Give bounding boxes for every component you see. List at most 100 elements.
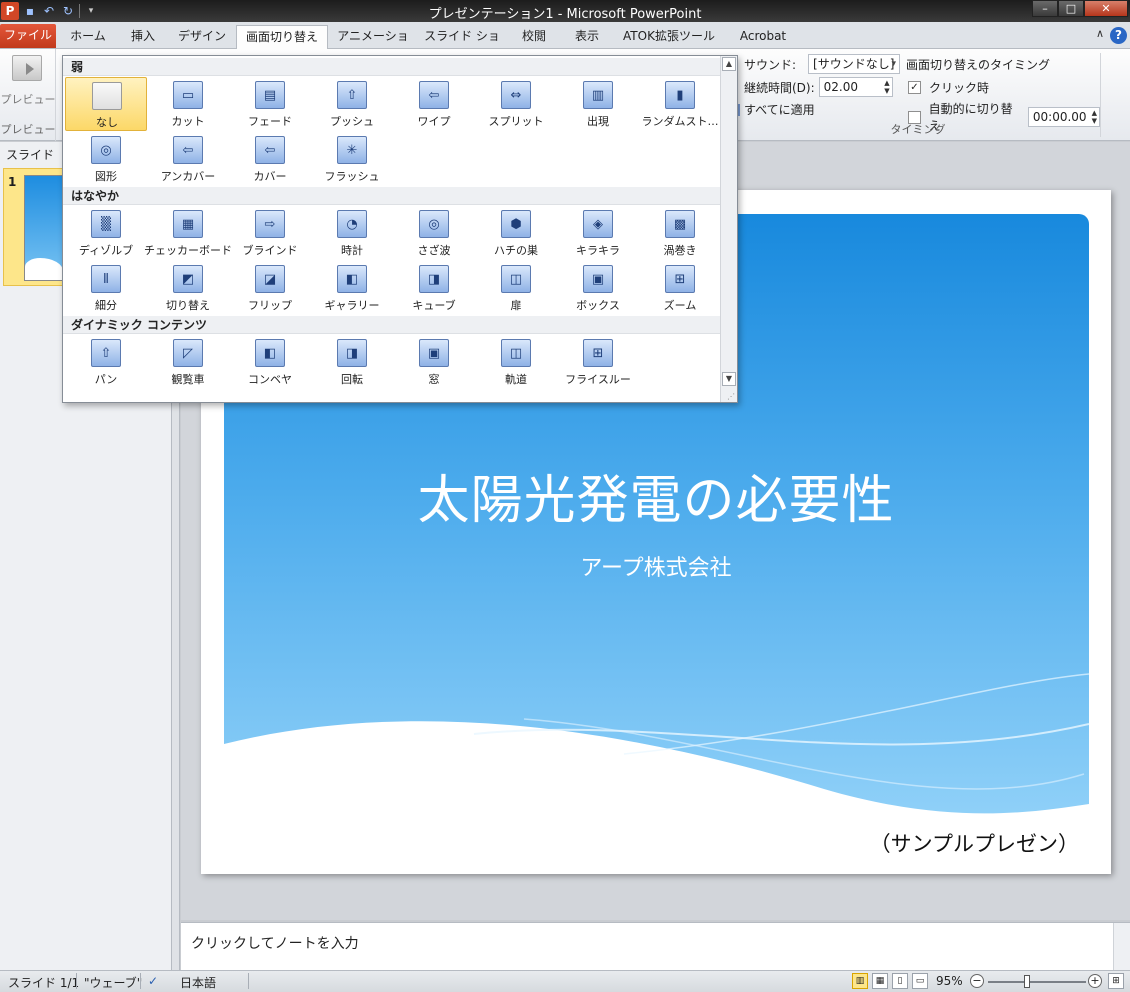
scroll-down-icon[interactable]: ▼ [722, 372, 736, 386]
flip-icon: ◪ [255, 265, 285, 293]
slide-thumbnail[interactable] [24, 175, 64, 281]
slides-tab[interactable]: スライド [6, 146, 54, 163]
transition-option[interactable]: ◔ 時計 [311, 206, 393, 260]
tab-animations[interactable]: アニメーション [332, 25, 414, 65]
transition-option[interactable]: ▥ 出現 [557, 77, 639, 131]
transition-option[interactable]: ⇔ スプリット [475, 77, 557, 131]
transition-option[interactable]: ◸ 観覧車 [147, 335, 229, 389]
fit-to-window-icon[interactable]: ⊞ [1108, 973, 1124, 989]
notes-scrollbar[interactable] [1113, 923, 1130, 971]
tab-slide-show[interactable]: スライド ショー [420, 25, 504, 65]
tab-acrobat[interactable]: Acrobat [728, 25, 798, 49]
zoom-out-icon[interactable]: − [970, 974, 984, 988]
transition-option[interactable]: ▭ カット [147, 77, 229, 131]
transition-option[interactable]: ◎ さざ波 [393, 206, 475, 260]
tab-file[interactable]: ファイル [0, 24, 56, 48]
timing-heading: 画面切り替えのタイミング [906, 58, 1051, 72]
ripple-icon: ◎ [419, 210, 449, 238]
scroll-up-icon[interactable]: ▲ [722, 57, 736, 71]
transition-option[interactable]: ⬢ ハチの巣 [475, 206, 557, 260]
transition-option[interactable]: ✳ フラッシュ [311, 132, 393, 186]
apply-to-all-button[interactable]: すべてに適用 [736, 101, 815, 118]
notes-pane[interactable]: クリックしてノートを入力 [181, 922, 1130, 971]
zoom-level[interactable]: 95% [936, 974, 963, 988]
transition-option[interactable]: ⊞ フライスルー [557, 335, 639, 389]
tab-view[interactable]: 表示 [564, 25, 610, 49]
preview-group: プレビュー プレビュー [0, 49, 56, 141]
transition-option-label: 軌道 [505, 373, 527, 386]
preview-icon[interactable] [12, 55, 42, 81]
transition-option[interactable]: ▮ ランダムスト… [639, 77, 721, 131]
tab-transitions[interactable]: 画面切り替え [236, 25, 328, 50]
slide-subtitle[interactable]: アープ株式会社 [201, 550, 1111, 582]
preview-button[interactable]: プレビュー [0, 91, 56, 107]
transition-option[interactable]: ⊞ ズーム [639, 261, 721, 315]
transition-option[interactable]: ⇧ パン [65, 335, 147, 389]
transition-option[interactable]: ◨ 回転 [311, 335, 393, 389]
gallery-scrollbar[interactable]: ▲ ▼ [720, 56, 737, 402]
transition-option[interactable]: ▤ フェード [229, 77, 311, 131]
gallery-section-header: はなやか [63, 187, 721, 205]
transition-option-label: ギャラリー [324, 299, 380, 312]
transition-option[interactable]: なし [65, 77, 147, 131]
transition-option[interactable]: ▒ ディゾルブ [65, 206, 147, 260]
on-click-checkbox[interactable]: ✓ [908, 81, 921, 94]
language-indicator[interactable]: 日本語 [180, 974, 216, 991]
transition-option-label: なし [96, 116, 118, 129]
status-separator [248, 973, 249, 989]
slide-footer-text[interactable]: （サンプルプレゼン） [870, 828, 1079, 858]
tab-insert[interactable]: 挿入 [118, 25, 168, 49]
transition-option-label: カバー [253, 170, 287, 183]
spell-check-icon[interactable]: ✓ [148, 974, 158, 988]
normal-view-icon[interactable]: ▥ [852, 973, 868, 989]
minimize-window-button[interactable]: – [1032, 0, 1058, 17]
reading-view-icon[interactable]: ▯ [892, 973, 908, 989]
maximize-window-button[interactable]: □ [1058, 0, 1084, 17]
tab-atok[interactable]: ATOK拡張ツール [616, 25, 722, 49]
duration-spinner[interactable]: 02.00 ▲ ▼ [818, 77, 893, 97]
notes-placeholder[interactable]: クリックしてノートを入力 [191, 933, 359, 953]
close-window-button[interactable]: ✕ [1084, 0, 1128, 17]
transition-option[interactable]: ◧ コンベヤ [229, 335, 311, 389]
transition-option-label: プッシュ [330, 115, 374, 128]
cut-icon: ▭ [173, 81, 203, 109]
tab-design[interactable]: デザイン [172, 25, 232, 49]
spinner-arrows-icon[interactable]: ▲ ▼ [884, 79, 889, 95]
split-icon: ⇔ [501, 81, 531, 109]
transition-option[interactable]: ⇨ ブラインド [229, 206, 311, 260]
transition-option[interactable]: ◩ 切り替え [147, 261, 229, 315]
resize-grip-icon[interactable]: ⋰ [727, 392, 735, 401]
slide-show-view-icon[interactable]: ▭ [912, 973, 928, 989]
transition-option[interactable]: ◨ キューブ [393, 261, 475, 315]
transition-option[interactable]: ⇧ プッシュ [311, 77, 393, 131]
transition-option[interactable]: ▣ 窓 [393, 335, 475, 389]
slide-title[interactable]: 太陽光発電の必要性 [201, 458, 1111, 533]
zoom-slider-track[interactable] [988, 981, 1086, 983]
transition-option[interactable]: ◎ 図形 [65, 132, 147, 186]
transition-option[interactable]: ◧ ギャラリー [311, 261, 393, 315]
transition-option[interactable]: ▣ ボックス [557, 261, 639, 315]
minimize-ribbon-icon[interactable]: ∧ [1096, 27, 1104, 40]
slide-sorter-view-icon[interactable]: ▦ [872, 973, 888, 989]
conveyor-icon: ◧ [255, 339, 285, 367]
transition-option[interactable]: ▩ 渦巻き [639, 206, 721, 260]
transition-option[interactable]: ⇦ カバー [229, 132, 311, 186]
transition-option[interactable]: ⇦ ワイプ [393, 77, 475, 131]
transition-option[interactable]: ◫ 軌道 [475, 335, 557, 389]
zoom-slider-thumb[interactable] [1024, 975, 1031, 988]
tab-review[interactable]: 校閲 [510, 25, 558, 49]
zoom-in-icon[interactable]: + [1088, 974, 1102, 988]
transition-option-label: パン [94, 373, 118, 386]
transition-option[interactable]: ◪ フリップ [229, 261, 311, 315]
sound-dropdown[interactable]: [サウンドなし] ▾ [808, 54, 901, 74]
help-icon[interactable]: ? [1110, 27, 1127, 44]
transition-option[interactable]: ▦ チェッカーボード [144, 206, 232, 260]
transition-option[interactable]: ◫ 扉 [475, 261, 557, 315]
tab-home[interactable]: ホーム [62, 25, 114, 49]
transition-option[interactable]: ⇦ アンカバー [147, 132, 229, 186]
slide-thumbnail-selected[interactable]: 1 [3, 168, 64, 286]
doors-icon: ◫ [501, 265, 531, 293]
transition-option[interactable]: ⦀ 細分 [65, 261, 147, 315]
transition-option-label: 扉 [510, 299, 522, 312]
transition-option[interactable]: ◈ キラキラ [557, 206, 639, 260]
